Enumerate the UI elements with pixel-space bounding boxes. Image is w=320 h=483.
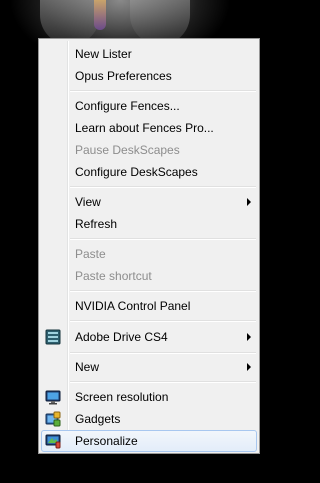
personalize-icon <box>45 433 61 449</box>
menu-item-label: Pause DeskScapes <box>75 143 180 157</box>
menu-separator <box>70 186 256 188</box>
menu-item-label: Adobe Drive CS4 <box>75 330 168 344</box>
menu-item-personalize[interactable]: Personalize <box>41 430 257 452</box>
menu-separator <box>70 352 256 354</box>
menu-item-label: Paste shortcut <box>75 269 152 283</box>
menu-item-opus-preferences[interactable]: Opus Preferences <box>41 65 257 87</box>
menu-item-label: Refresh <box>75 217 118 231</box>
menu-item-label: Screen resolution <box>75 390 169 404</box>
menu-item-label: Gadgets <box>75 412 121 426</box>
menu-separator <box>70 238 256 240</box>
menu-item-refresh[interactable]: Refresh <box>41 213 257 235</box>
menu-item-label: Learn about Fences Pro... <box>75 121 214 135</box>
menu-separator <box>70 90 256 92</box>
menu-item-label: Opus Preferences <box>75 69 172 83</box>
gadgets-icon <box>45 411 61 427</box>
menu-item-label: NVIDIA Control Panel <box>75 299 191 313</box>
menu-item-new-lister[interactable]: New Lister <box>41 43 257 65</box>
menu-item-screen-resolution[interactable]: Screen resolution <box>41 386 257 408</box>
menu-item-label: Paste <box>75 247 106 261</box>
menu-separator <box>70 290 256 292</box>
menu-item-label: View <box>75 195 101 209</box>
menu-item-paste-shortcut: Paste shortcut <box>41 265 257 287</box>
menu-item-label: Configure Fences... <box>75 99 180 113</box>
menu-item-adobe-drive[interactable]: Adobe Drive CS4 <box>41 326 257 348</box>
menu-item-configure-deskscapes[interactable]: Configure DeskScapes <box>41 161 257 183</box>
monitor-icon <box>45 389 61 405</box>
menu-separator <box>70 320 256 322</box>
menu-item-pause-deskscapes: Pause DeskScapes <box>41 139 257 161</box>
wallpaper-gem <box>94 0 106 30</box>
menu-item-paste: Paste <box>41 243 257 265</box>
menu-item-gadgets[interactable]: Gadgets <box>41 408 257 430</box>
menu-item-learn-fences-pro[interactable]: Learn about Fences Pro... <box>41 117 257 139</box>
menu-item-label: New Lister <box>75 47 132 61</box>
menu-item-nvidia-control-panel[interactable]: NVIDIA Control Panel <box>41 295 257 317</box>
menu-item-label: New <box>75 360 100 374</box>
menu-item-label: Personalize <box>75 434 138 448</box>
submenu-arrow-icon <box>247 198 251 206</box>
menu-separator <box>70 381 256 383</box>
adobe-drive-icon <box>45 329 61 345</box>
submenu-arrow-icon <box>247 333 251 341</box>
menu-item-new[interactable]: New <box>41 356 257 378</box>
menu-item-view[interactable]: View <box>41 191 257 213</box>
submenu-arrow-icon <box>247 363 251 371</box>
menu-item-label: Configure DeskScapes <box>75 165 198 179</box>
menu-item-configure-fences[interactable]: Configure Fences... <box>41 95 257 117</box>
desktop-context-menu: New Lister Opus Preferences Configure Fe… <box>38 38 260 454</box>
